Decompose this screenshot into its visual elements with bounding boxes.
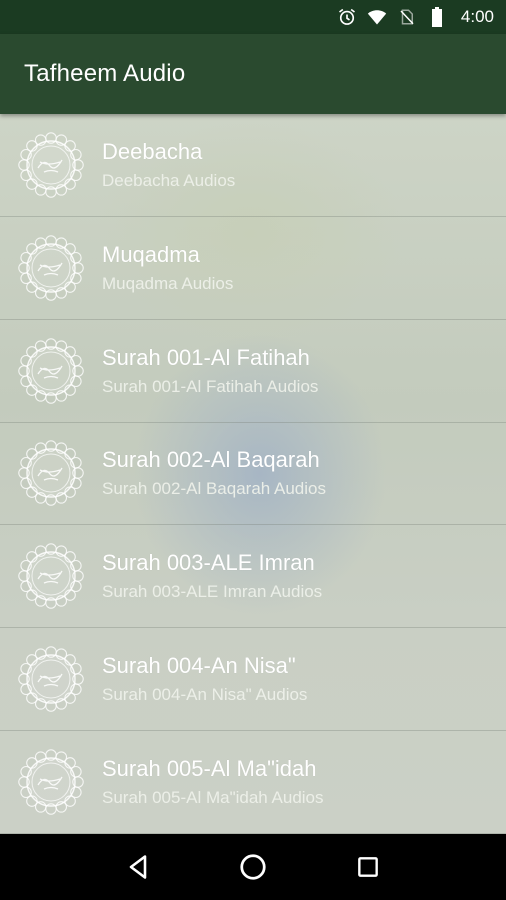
list-item[interactable]: Surah 005-Al Ma"idah Surah 005-Al Ma"idah… xyxy=(0,731,506,834)
item-title: Surah 004-An Nisa" xyxy=(102,653,296,679)
audio-list-container[interactable]: Deebacha Deebacha Audios Muqadma Muqadma A… xyxy=(0,114,506,834)
item-subtitle: Surah 002-Al Baqarah Audios xyxy=(102,479,326,499)
recents-icon[interactable] xyxy=(348,847,388,887)
no-sim-icon xyxy=(397,7,417,27)
battery-icon xyxy=(427,7,447,27)
calligraphy-logo-icon xyxy=(18,235,84,301)
back-icon[interactable] xyxy=(118,847,158,887)
item-subtitle: Surah 004-An Nisa" Audios xyxy=(102,685,308,705)
item-subtitle: Muqadma Audios xyxy=(102,273,234,293)
item-title: Muqadma xyxy=(102,241,200,267)
audio-list: Deebacha Deebacha Audios Muqadma Muqadma A… xyxy=(0,114,506,834)
item-subtitle: Surah 003-ALE Imran Audios xyxy=(102,582,323,602)
item-subtitle: Surah 005-Al Ma"idah Audios xyxy=(102,787,324,807)
list-item[interactable]: Muqadma Muqadma Audios xyxy=(0,217,506,320)
calligraphy-logo-icon xyxy=(18,646,84,712)
item-title: Surah 002-Al Baqarah xyxy=(102,447,320,473)
item-title: Surah 005-Al Ma"idah xyxy=(102,755,317,781)
calligraphy-logo-icon xyxy=(18,440,84,507)
item-title: Deebacha xyxy=(102,138,203,164)
wifi-icon xyxy=(367,7,387,27)
navigation-bar xyxy=(0,834,506,900)
status-bar: 4:00 xyxy=(0,0,506,34)
app-bar: Tafheem Audio xyxy=(0,34,506,114)
calligraphy-logo-icon xyxy=(18,543,84,610)
item-subtitle: Surah 001-Al Fatihah Audios xyxy=(102,376,319,396)
list-item[interactable]: Surah 004-An Nisa" Surah 004-An Nisa" Aud… xyxy=(0,628,506,732)
item-subtitle: Deebacha Audios xyxy=(102,170,236,190)
list-item[interactable]: Deebacha Deebacha Audios xyxy=(0,114,506,217)
calligraphy-logo-icon xyxy=(18,132,84,198)
list-item[interactable]: Surah 003-ALE Imran Surah 003-ALE Imran A… xyxy=(0,525,506,629)
page-title: Tafheem Audio xyxy=(24,60,186,87)
home-icon[interactable] xyxy=(233,847,273,887)
calligraphy-logo-icon xyxy=(18,749,84,815)
item-title: Surah 003-ALE Imran xyxy=(102,550,315,576)
clock: 4:00 xyxy=(460,7,494,26)
item-title: Surah 001-Al Fatihah xyxy=(102,344,310,370)
list-item[interactable]: Surah 002-Al Baqarah Surah 002-Al Baqarah… xyxy=(0,423,506,526)
list-item[interactable]: Surah 001-Al Fatihah Surah 001-Al Fatihah… xyxy=(0,320,506,423)
alarm-icon xyxy=(337,7,357,27)
calligraphy-logo-icon xyxy=(18,337,84,404)
